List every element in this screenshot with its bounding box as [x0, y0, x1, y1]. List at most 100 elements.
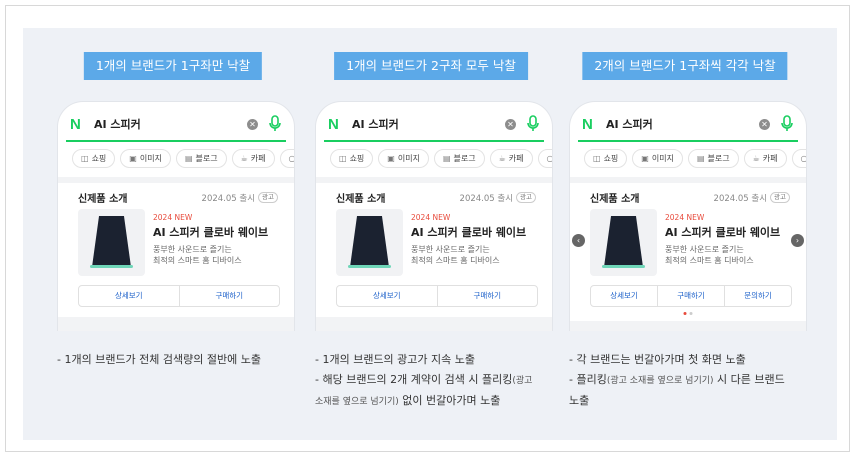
tab-shopping[interactable]: ◫ 쇼핑 [330, 149, 374, 168]
search-bar[interactable]: N AI 스피커 ✕ [578, 108, 798, 142]
tab-blog[interactable]: ▤ 블로그 [175, 149, 227, 168]
divider [570, 177, 806, 183]
image-icon: ▣ [641, 154, 649, 163]
blog-icon: ▤ [184, 154, 193, 163]
note-line: 노출 [569, 394, 590, 407]
scenario-column-2: 1개의 브랜드가 2구좌 모두 낙찰 N AI 스피커 ✕ ◫ 쇼핑 ▣ 이미지 ▤… [311, 28, 553, 440]
blog-icon: ▤ [442, 154, 451, 163]
cafe-icon: ☕ [752, 154, 760, 163]
image-icon: ▣ [387, 154, 395, 163]
detail-button[interactable]: 상세보기 [79, 286, 179, 306]
naver-logo-icon: N [582, 115, 593, 133]
action-buttons: 상세보기 구매하기 [78, 285, 280, 307]
detail-button[interactable]: 상세보기 [591, 286, 657, 306]
detail-button[interactable]: 상세보기 [337, 286, 437, 306]
product-info: 2024 NEW AI 스피커 클로바 웨이브 풍부한 사운드로 즐기는 최적의… [411, 209, 526, 279]
phone-mockup: N AI 스피커 ✕ ◫쇼핑 ▣이미지 ▤블로그 ☕카페 ○지 신제품 소개 2… [569, 101, 807, 331]
tab-images[interactable]: ▣ 이미지 [120, 149, 171, 168]
tab-cafe[interactable]: ☕ 카페 [489, 149, 533, 168]
mic-icon[interactable] [268, 115, 282, 133]
product-desc-2: 최적의 스마트 홈 디바이스 [411, 256, 500, 265]
tab-images[interactable]: ▣ 이미지 [378, 149, 429, 168]
product-image[interactable] [336, 209, 403, 276]
note-line: - 1개의 브랜드가 전체 검색량의 절반에 노출 [57, 353, 261, 366]
product-desc-2: 최적의 스마트 홈 디바이스 [153, 256, 242, 265]
product-image[interactable] [78, 209, 145, 276]
note-line: - 각 브랜드는 번갈아가며 첫 화면 노출 [569, 353, 746, 366]
product-name[interactable]: AI 스피커 클로바 웨이브 [153, 224, 268, 240]
search-bar[interactable]: N AI 스피커 ✕ [66, 108, 286, 142]
card-title: 신제품 소개 [336, 194, 386, 205]
action-buttons: 상세보기 구매하기 문의하기 [590, 285, 792, 307]
mic-icon[interactable] [526, 115, 540, 133]
tab-shopping[interactable]: ◫ 쇼핑 [72, 149, 116, 168]
product-name[interactable]: AI 스피커 클로바 웨이브 [411, 224, 526, 240]
speaker-light [90, 265, 133, 268]
naver-logo-icon: N [70, 115, 81, 133]
tab-cafe[interactable]: ☕ 카페 [743, 149, 787, 168]
product-image[interactable] [590, 209, 657, 276]
tab-more[interactable]: ○지 [791, 149, 806, 168]
tab-label: 블로그 [453, 154, 476, 163]
product-info: 2024 NEW AI 스피커 클로바 웨이브 풍부한 사운드로 즐기는 최적의… [665, 209, 780, 279]
tab-label: 블로그 [707, 154, 730, 163]
new-label: 2024 NEW [153, 213, 193, 222]
card-header: 신제품 소개 2024.05 출시 광고 [590, 190, 790, 205]
note-line: - 해당 브랜드의 2개 계약이 검색 시 플리킹(광고 [315, 373, 533, 386]
divider [316, 317, 552, 331]
speaker-icon [350, 216, 389, 267]
product-desc-2: 최적의 스마트 홈 디바이스 [665, 256, 754, 265]
note-line: - 플리킹(광고 소재를 옆으로 넘기기) 시 다른 브랜드 [569, 373, 785, 386]
tab-label: 카페 [508, 154, 524, 163]
clear-icon[interactable]: ✕ [505, 118, 516, 130]
ad-badge: 광고 [770, 192, 790, 203]
product-desc-1: 풍부한 사운드로 즐기는 [411, 245, 490, 254]
tab-label: 쇼핑 [349, 154, 365, 163]
mic-icon[interactable] [780, 115, 794, 133]
tab-label: 쇼핑 [603, 154, 619, 163]
clear-icon[interactable]: ✕ [247, 118, 258, 130]
speaker-light [602, 265, 645, 268]
tab-cafe[interactable]: ☕ 카페 [231, 149, 275, 168]
search-query[interactable]: AI 스피커 [606, 116, 759, 132]
divider [316, 177, 552, 183]
search-query[interactable]: AI 스피커 [94, 116, 247, 132]
image-icon: ▣ [129, 154, 137, 163]
tab-label: 쇼핑 [91, 154, 107, 163]
action-buttons: 상세보기 구매하기 [336, 285, 538, 307]
card-title: 신제품 소개 [78, 194, 128, 205]
carousel-dot[interactable] [683, 312, 687, 315]
product-card[interactable]: 2024 NEW AI 스피커 클로바 웨이브 풍부한 사운드로 즐기는 최적의… [78, 209, 280, 279]
tab-blog[interactable]: ▤ 블로그 [687, 149, 739, 168]
scenario-notes: - 1개의 브랜드가 전체 검색량의 절반에 노출 [57, 350, 307, 370]
buy-button[interactable]: 구매하기 [657, 286, 724, 306]
carousel-next-icon[interactable]: › [791, 234, 804, 247]
scenario-notes: - 1개의 브랜드의 광고가 지속 노출 - 해당 브랜드의 2개 계약이 검색… [315, 350, 565, 412]
tab-shopping[interactable]: ◫ 쇼핑 [584, 149, 628, 168]
carousel-dot[interactable] [689, 312, 693, 315]
tab-more[interactable]: ○지 [537, 149, 553, 168]
search-bar[interactable]: N AI 스피커 ✕ [324, 108, 544, 142]
search-icon: ○ [546, 154, 553, 163]
buy-button[interactable]: 구매하기 [178, 286, 280, 306]
blog-icon: ▤ [696, 154, 705, 163]
product-card[interactable]: 2024 NEW AI 스피커 클로바 웨이브 풍부한 사운드로 즐기는 최적의… [590, 209, 792, 279]
speaker-icon [604, 216, 643, 267]
tab-blog[interactable]: ▤ 블로그 [433, 149, 485, 168]
tab-images[interactable]: ▣ 이미지 [632, 149, 683, 168]
bag-icon: ◫ [593, 154, 601, 163]
product-name[interactable]: AI 스피커 클로바 웨이브 [665, 224, 780, 240]
carousel-prev-icon[interactable]: ‹ [572, 234, 585, 247]
clear-icon[interactable]: ✕ [759, 118, 770, 130]
divider [58, 317, 294, 331]
product-card[interactable]: 2024 NEW AI 스피커 클로바 웨이브 풍부한 사운드로 즐기는 최적의… [336, 209, 538, 279]
cafe-icon: ☕ [240, 154, 248, 163]
carousel-indicator [683, 312, 693, 315]
tab-more[interactable]: ○지 [279, 149, 294, 168]
inquiry-button[interactable]: 문의하기 [724, 286, 791, 306]
buy-button[interactable]: 구매하기 [436, 286, 538, 306]
search-query[interactable]: AI 스피커 [352, 116, 505, 132]
tab-label: 블로그 [195, 154, 218, 163]
release-date: 2024.05 출시 [459, 193, 514, 204]
scenario-notes: - 각 브랜드는 번갈아가며 첫 화면 노출 - 플리킹(광고 소재를 옆으로 … [569, 350, 819, 411]
